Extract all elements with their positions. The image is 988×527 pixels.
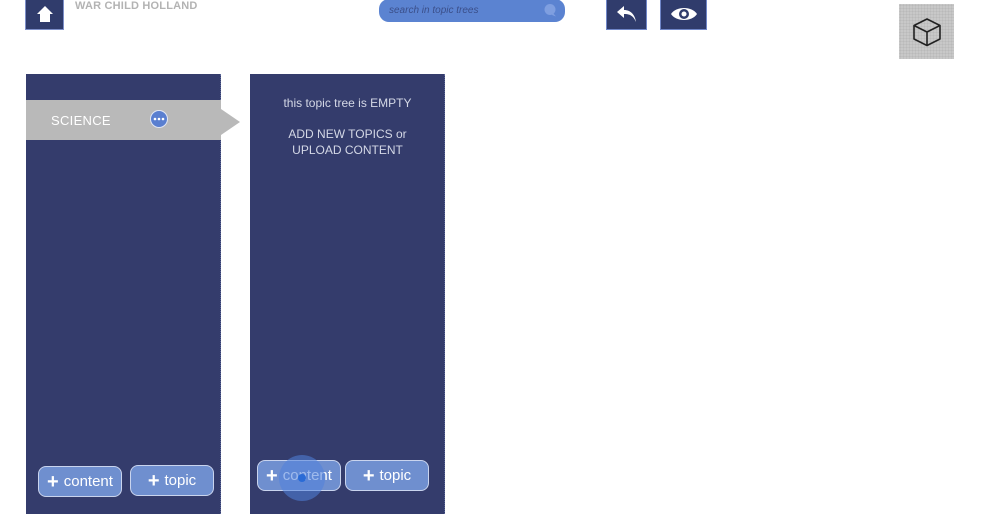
search-input[interactable]: [389, 5, 539, 16]
add-topic-label: topic: [164, 472, 197, 489]
topic-label: SCIENCE: [51, 112, 111, 128]
plus-icon: +: [47, 470, 59, 493]
plus-icon: +: [147, 469, 160, 492]
selected-topic-arrow: [221, 109, 240, 135]
topic-item-science[interactable]: SCIENCE: [26, 100, 221, 140]
topic-column-1: [26, 74, 221, 514]
eye-icon: [670, 8, 697, 20]
empty-tree-message: this topic tree is EMPTY: [283, 96, 412, 110]
home-button[interactable]: [25, 0, 64, 30]
search-bar[interactable]: [379, 0, 565, 22]
home-icon: [36, 6, 53, 22]
add-content-button[interactable]: + content: [38, 466, 122, 497]
preview-button[interactable]: [660, 0, 707, 30]
add-content-label: content: [63, 473, 113, 490]
empty-tree-hint-line-2: UPLOAD CONTENT: [292, 143, 403, 157]
empty-tree-hint: ADD NEW TOPICS or UPLOAD CONTENT: [250, 126, 445, 158]
more-options-icon[interactable]: [150, 110, 168, 128]
add-topic-label: topic: [379, 467, 412, 484]
org-name: WAR CHILD HOLLAND: [75, 0, 198, 12]
empty-tree-hint-line-1: ADD NEW TOPICS or: [288, 127, 407, 141]
cube-icon: [912, 17, 941, 46]
search-icon[interactable]: [543, 3, 557, 17]
plus-icon: +: [266, 464, 278, 487]
add-content-button[interactable]: + content: [257, 460, 341, 491]
undo-button[interactable]: [606, 0, 647, 30]
add-topic-button[interactable]: + topic: [130, 465, 214, 496]
cube-button[interactable]: [899, 4, 954, 59]
plus-icon: +: [362, 464, 375, 487]
undo-icon: [616, 6, 636, 22]
add-content-label: content: [282, 467, 332, 484]
add-topic-button[interactable]: + topic: [345, 460, 429, 491]
